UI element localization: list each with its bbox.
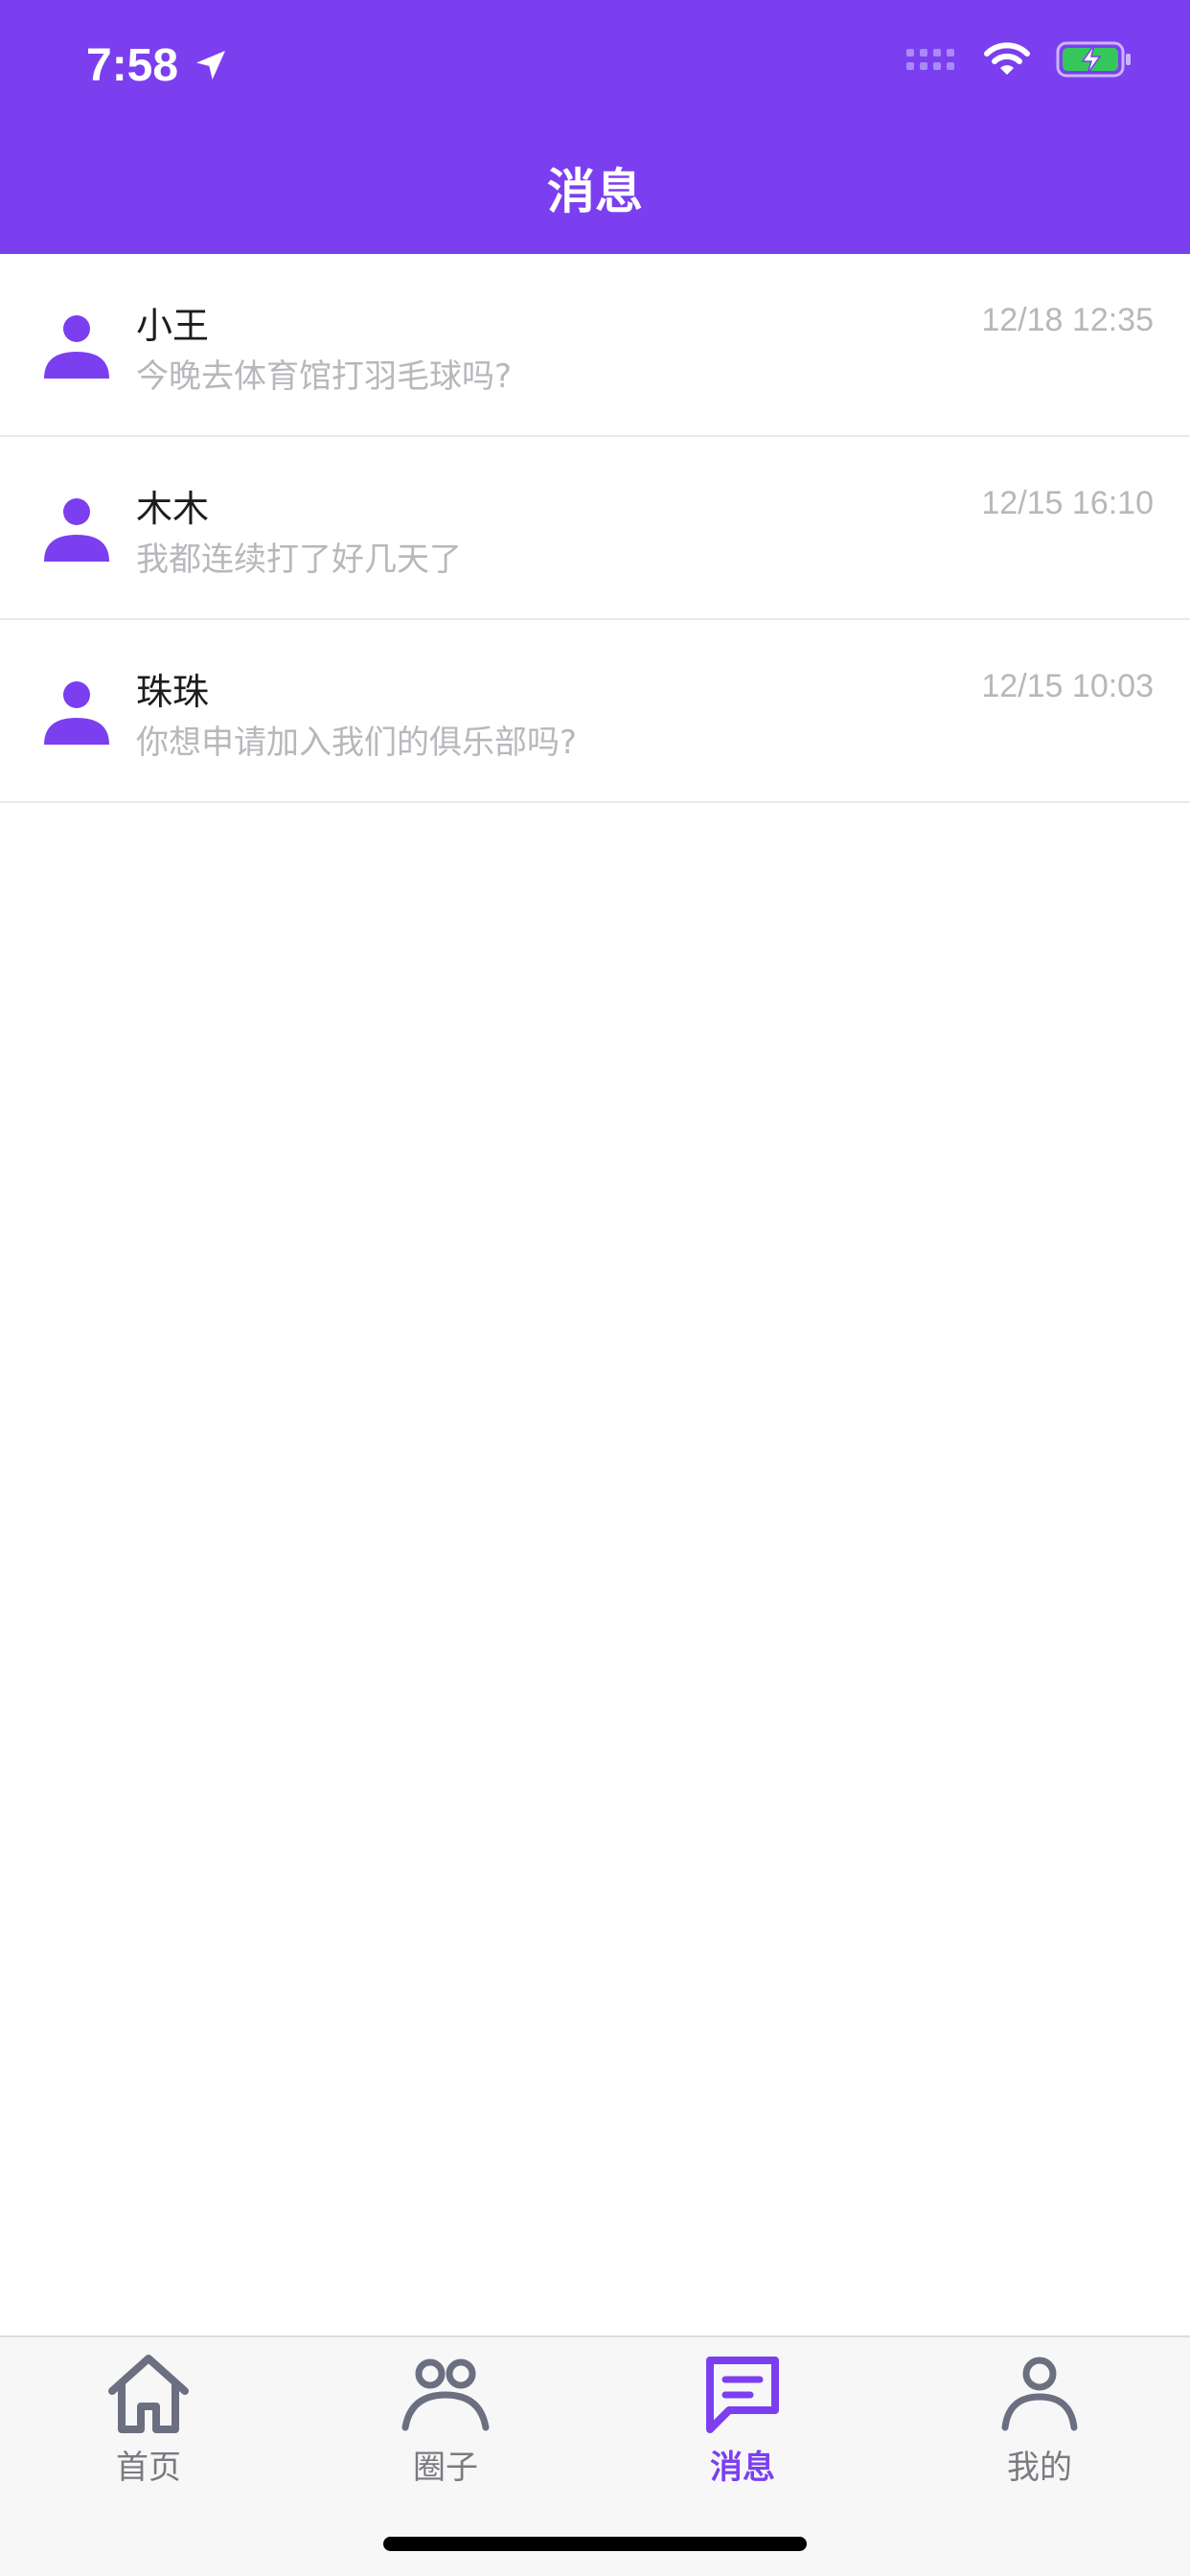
home-icon: [108, 2355, 189, 2433]
tab-messages[interactable]: 消息: [594, 2351, 891, 2495]
header-bar: 7:58 消息: [0, 0, 1190, 254]
message-row[interactable]: 珠珠 你想申请加入我们的俱乐部吗? 12/15 10:03: [0, 620, 1190, 803]
message-preview: 我都连续打了好几天了: [136, 540, 462, 579]
profile-icon: [1001, 2357, 1078, 2431]
tab-messages-label: 消息: [710, 2449, 775, 2487]
tab-home-label: 首页: [116, 2449, 181, 2487]
message-row[interactable]: 木木 我都连续打了好几天了 12/15 16:10: [0, 437, 1190, 620]
avatar-person-icon: [44, 315, 109, 379]
avatar-person-icon: [44, 681, 109, 745]
location-arrow-icon: [196, 51, 226, 80]
message-time: 12/15 10:03: [981, 668, 1154, 704]
avatar-person-icon: [44, 498, 109, 562]
message-preview: 今晚去体育馆打羽毛球吗?: [136, 357, 513, 396]
cellular-signal-icon: [906, 49, 954, 70]
tab-profile[interactable]: 我的: [891, 2351, 1188, 2495]
tab-circle[interactable]: 圈子: [297, 2351, 594, 2495]
tab-profile-label: 我的: [1007, 2449, 1072, 2487]
message-time: 12/18 12:35: [981, 302, 1154, 338]
message-time: 12/15 16:10: [981, 485, 1154, 521]
chat-icon: [706, 2357, 779, 2433]
battery-charging-icon: [1056, 41, 1131, 78]
message-list: 小王 今晚去体育馆打羽毛球吗? 12/18 12:35 木木 我都连续打了好几天…: [0, 254, 1190, 803]
wifi-icon: [984, 42, 1030, 75]
status-indicators: [906, 40, 1133, 79]
tab-home[interactable]: 首页: [0, 2351, 297, 2495]
page-title: 消息: [547, 164, 643, 219]
tab-circle-label: 圈子: [413, 2449, 478, 2487]
messages-screen: 7:58 消息 小王 今晚去体育馆打羽毛球吗? 12/18 12:35 木木 我…: [0, 0, 1190, 2576]
status-time-text: 7:58: [86, 39, 179, 91]
message-preview: 你想申请加入我们的俱乐部吗?: [136, 724, 578, 762]
home-indicator[interactable]: [383, 2537, 807, 2551]
contact-name: 珠珠: [136, 671, 210, 713]
status-time: 7:58: [86, 36, 230, 94]
message-row[interactable]: 小王 今晚去体育馆打羽毛球吗? 12/18 12:35: [0, 254, 1190, 437]
contact-name: 木木: [136, 488, 210, 530]
group-icon: [401, 2358, 490, 2431]
contact-name: 小王: [136, 305, 210, 347]
